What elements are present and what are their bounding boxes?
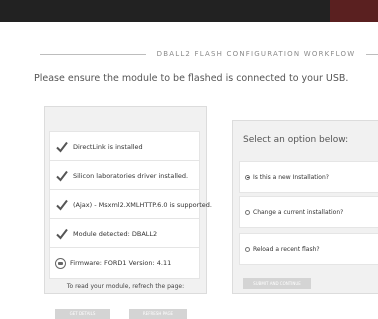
check-icon [56, 228, 68, 240]
firmware-label: Firmware: FORD1 Version: 4.11 [70, 259, 172, 267]
option-label: Change a current installation? [253, 208, 344, 216]
options-panel: Select an option below: Is this a new In… [232, 120, 378, 294]
radio-button[interactable] [245, 246, 250, 252]
status-panel: DirectLink is installed Silicon laborato… [44, 106, 212, 319]
option-label: Is this a new Installation? [253, 173, 329, 181]
check-label: Module detected: DBALL2 [73, 230, 158, 238]
check-row: Silicon laboratories driver installed. [49, 160, 200, 192]
check-icon [56, 170, 68, 182]
check-row: (Ajax) - Msxml2.XMLHTTP.6.0 is supported… [49, 189, 212, 221]
check-icon [56, 141, 68, 153]
get-details-button[interactable]: GET DETAILS [55, 309, 110, 319]
check-row: DirectLink is installed [49, 131, 200, 163]
options-heading: Select an option below: [243, 135, 349, 145]
refresh-page-button[interactable]: REFRESH PAGE [129, 309, 187, 319]
submit-button[interactable]: SUBMIT AND CONTINUE [243, 278, 311, 289]
check-icon [56, 199, 68, 211]
check-label: DirectLink is installed [73, 143, 143, 151]
instruction-text: Please ensure the module to be flashed i… [34, 73, 349, 84]
refresh-hint: To read your module, refrech the page: [66, 283, 185, 290]
option-change-installation[interactable]: Change a current installation? [239, 196, 378, 228]
check-label: (Ajax) - Msxml2.XMLHTTP.6.0 is supported… [73, 201, 212, 209]
radio-button[interactable] [245, 209, 250, 215]
option-reload-flash[interactable]: Reload a recent flash? [239, 233, 378, 265]
check-label: Silicon laboratories driver installed. [73, 172, 189, 180]
page-body: DBALL2 FLASH CONFIGURATION WORKFLOW Plea… [0, 22, 378, 319]
option-new-installation[interactable]: Is this a new Installation? [239, 161, 378, 193]
firmware-row: Firmware: FORD1 Version: 4.11 [49, 247, 200, 279]
navbar-accent [330, 0, 378, 22]
radio-button[interactable] [245, 174, 250, 180]
top-navbar [0, 0, 378, 22]
option-label: Reload a recent flash? [253, 245, 320, 253]
workflow-header: DBALL2 FLASH CONFIGURATION WORKFLOW [40, 48, 378, 60]
firmware-icon [55, 257, 66, 269]
workflow-title: DBALL2 FLASH CONFIGURATION WORKFLOW [146, 48, 366, 60]
check-row: Module detected: DBALL2 [49, 218, 200, 250]
